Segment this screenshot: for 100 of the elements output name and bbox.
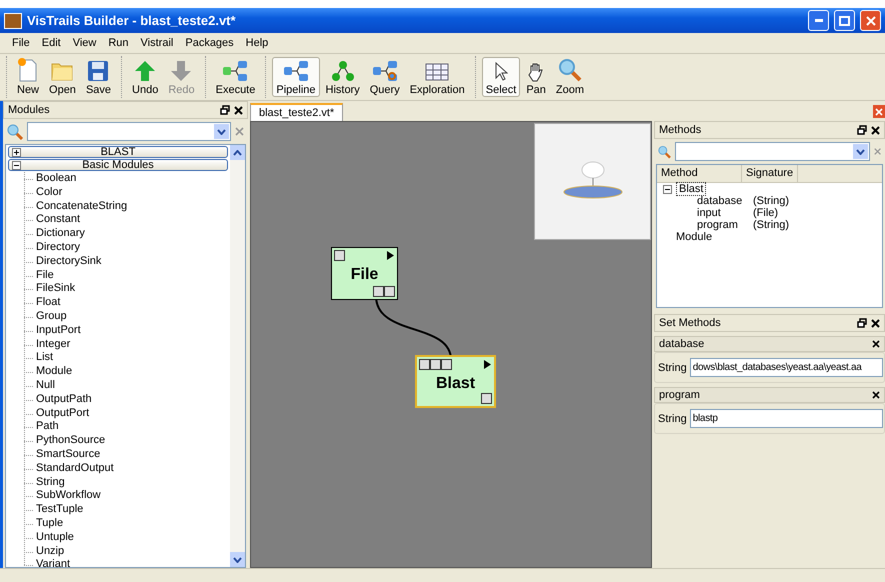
toolbar-button[interactable]: Zoom (552, 57, 588, 97)
menu-item[interactable]: Help (240, 37, 274, 49)
toolbar-button[interactable]: Pipeline (272, 57, 320, 97)
expand-icon (12, 148, 21, 157)
input-port[interactable] (334, 250, 345, 261)
dropdown-icon[interactable] (217, 128, 226, 134)
pipeline-module[interactable]: Blast (415, 355, 496, 408)
close-icon[interactable] (872, 340, 880, 348)
menu-item[interactable]: Vistrail (134, 37, 180, 49)
toolbar-button[interactable]: Execute (212, 57, 260, 97)
close-icon[interactable] (871, 126, 880, 134)
module-item[interactable]: FileSink (36, 282, 76, 294)
module-item[interactable]: File (36, 268, 54, 281)
float-icon[interactable] (857, 125, 867, 135)
pipeline-canvas[interactable]: File Blast (250, 121, 652, 568)
column-header[interactable]: Signature (742, 165, 798, 182)
method-signature: (File) (753, 207, 778, 219)
module-item[interactable]: Variant (36, 558, 70, 567)
toolbar-button[interactable]: Pan (522, 57, 550, 97)
scrollbar[interactable] (230, 145, 245, 567)
close-tab-button[interactable] (873, 105, 885, 118)
module-item[interactable]: DirectorySink (36, 254, 102, 267)
menu-item[interactable]: Run (102, 37, 135, 49)
module-item[interactable]: String (36, 476, 65, 488)
toolbar-button[interactable]: Open (45, 57, 80, 97)
module-item[interactable]: SmartSource (36, 448, 100, 460)
toolbar-button[interactable]: Exploration (406, 57, 469, 97)
module-item[interactable]: ConcatenateString (36, 200, 128, 212)
maximize-button[interactable] (834, 10, 855, 31)
minimize-button[interactable] (808, 10, 829, 31)
menu-item[interactable]: View (66, 37, 102, 49)
toolbar-button[interactable]: Select (482, 57, 520, 97)
scroll-up-icon[interactable] (233, 150, 242, 156)
close-icon (875, 108, 883, 116)
column-header[interactable]: Method (657, 165, 742, 182)
module-item[interactable]: Float (36, 296, 60, 308)
float-icon[interactable] (857, 318, 867, 328)
output-port[interactable] (384, 286, 395, 297)
module-item[interactable]: PythonSource (36, 434, 106, 446)
module-item[interactable]: Path (36, 420, 59, 432)
method-name[interactable]: database (697, 195, 753, 207)
close-icon[interactable] (871, 318, 880, 328)
float-icon[interactable] (220, 105, 230, 115)
module-item[interactable]: Group (36, 310, 67, 322)
menu-item[interactable]: File (6, 37, 36, 49)
method-name[interactable]: Blast (676, 182, 706, 196)
package-header[interactable]: Basic Modules (8, 159, 228, 171)
menu-item[interactable]: Edit (36, 37, 67, 49)
search-field[interactable] (674, 142, 870, 161)
module-item[interactable]: OutputPort (36, 406, 90, 419)
module-item[interactable]: Module (36, 365, 72, 378)
module-item[interactable]: Boolean (36, 172, 76, 184)
nodes-icon (372, 60, 398, 82)
module-item[interactable]: Dictionary (36, 227, 85, 240)
module-item[interactable]: Constant (36, 213, 80, 226)
input-port[interactable] (430, 359, 441, 370)
module-item[interactable]: TestTuple (36, 503, 84, 516)
collapse-icon (12, 161, 21, 170)
toolbar-button[interactable]: Save (82, 57, 116, 97)
module-item[interactable]: Tuple (36, 516, 64, 529)
toolbar-button[interactable]: Query (366, 57, 404, 97)
scroll-down-icon[interactable] (233, 556, 242, 562)
module-item[interactable]: SubWorkflow (36, 489, 101, 502)
module-item[interactable]: OutputPath (36, 392, 92, 405)
method-name[interactable]: program (697, 219, 753, 231)
module-item[interactable]: Integer (36, 338, 70, 350)
document-tab[interactable]: blast_teste2.vt* (250, 103, 344, 121)
input-port[interactable] (419, 359, 430, 370)
close-icon[interactable] (234, 106, 243, 114)
close-icon[interactable] (872, 391, 880, 399)
close-icon (866, 16, 876, 26)
minimap[interactable] (534, 123, 651, 240)
module-item[interactable]: List (36, 351, 54, 364)
toolbar-button[interactable]: History (322, 57, 364, 97)
collapse-icon[interactable] (663, 184, 672, 194)
module-item[interactable]: Untuple (36, 530, 74, 543)
search-field[interactable] (27, 122, 231, 141)
module-item[interactable]: Null (36, 378, 55, 391)
input-port[interactable] (441, 359, 452, 370)
method-name[interactable]: input (697, 207, 753, 219)
input-field[interactable]: dows\blast_databases\yeast.aa\yeast.aa (690, 358, 883, 377)
module-item[interactable]: Unzip (36, 544, 64, 557)
input-field[interactable]: blastp (690, 409, 883, 428)
module-item[interactable]: Directory (36, 240, 80, 253)
output-port[interactable] (373, 286, 384, 297)
module-item[interactable]: StandardOutput (36, 462, 114, 474)
parameter-type: String (658, 412, 687, 424)
module-item[interactable]: Color (36, 186, 62, 198)
method-name[interactable]: Module (657, 231, 712, 243)
toolbar-button[interactable]: Undo (128, 57, 162, 97)
dropdown-icon[interactable] (856, 148, 865, 154)
module-item[interactable]: InputPort (36, 324, 81, 336)
close-button[interactable] (860, 10, 881, 31)
toolbar-button[interactable]: New (13, 57, 44, 97)
panel-title: Set Methods (659, 317, 721, 329)
menu-item[interactable]: Packages (179, 37, 240, 49)
pipeline-module[interactable]: File (331, 247, 398, 300)
output-port[interactable] (481, 393, 492, 404)
package-header[interactable]: BLAST (8, 146, 228, 158)
module-name: Blast (434, 375, 476, 393)
